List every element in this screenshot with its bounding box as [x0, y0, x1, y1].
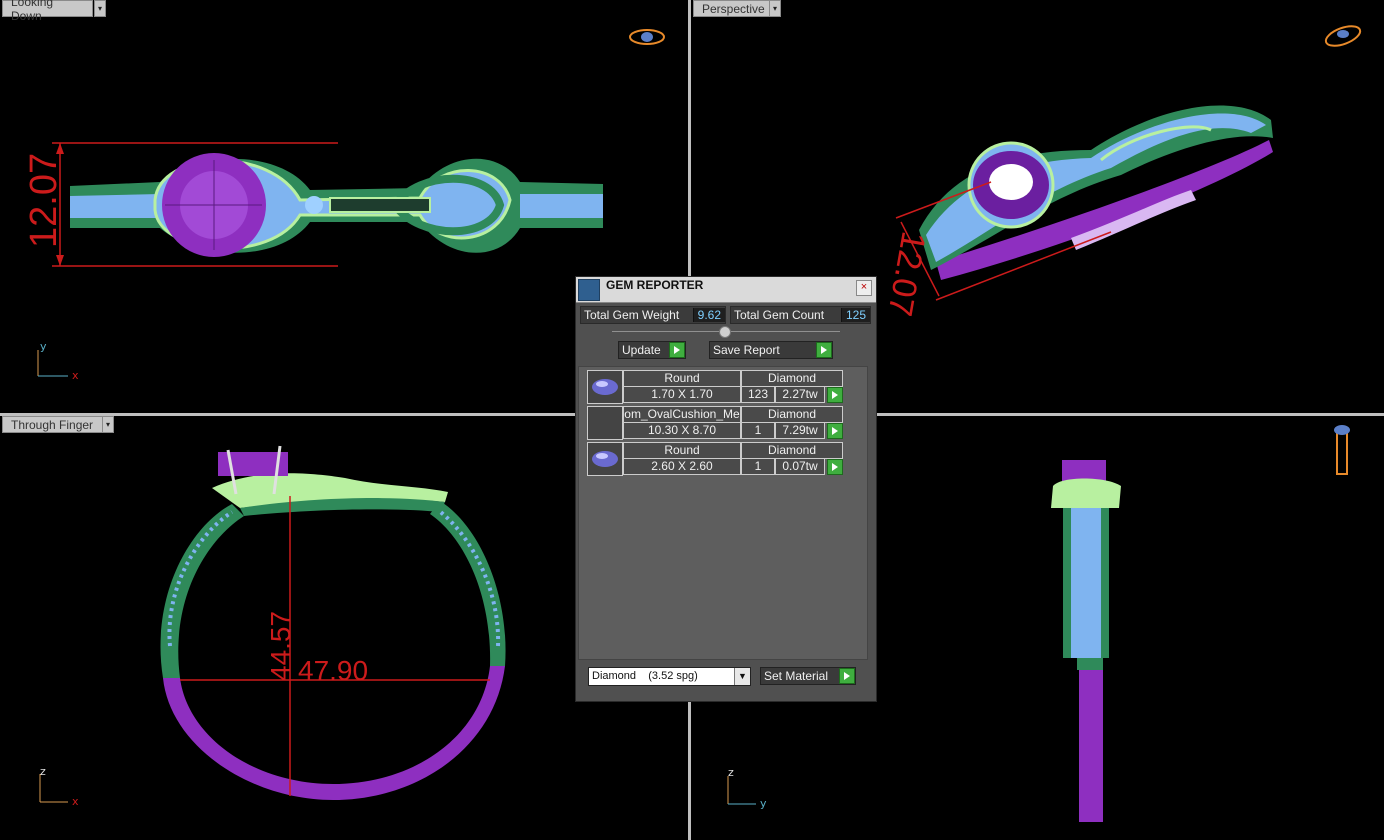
axis-z-label: z	[40, 765, 46, 778]
total-gem-count-value: 125	[840, 308, 870, 322]
chevron-down-icon[interactable]: ▼	[734, 668, 750, 685]
gem-weight: 2.27tw	[775, 386, 825, 403]
gem-count: 123	[741, 386, 775, 403]
material-select[interactable]: Diamond (3.52 spg) ▼	[588, 667, 751, 686]
close-icon[interactable]: ×	[856, 280, 872, 296]
gem-row[interactable]: om_OvalCushion_Me Diamond 10.30 X 8.70 1…	[587, 406, 845, 440]
axis-x-label: x	[72, 369, 79, 382]
material-select-value: Diamond (3.52 spg)	[592, 670, 698, 682]
gem-size: 2.60 X 2.60	[623, 458, 741, 475]
gem-reporter-panel[interactable]: GEM REPORTER × Total Gem Weight 9.62 Tot…	[575, 276, 877, 702]
gem-shape: Round	[623, 370, 741, 387]
gem-row[interactable]: Round Diamond 2.60 X 2.60 1 0.07tw	[587, 442, 845, 476]
gem-reporter-icon	[578, 279, 600, 301]
save-report-button[interactable]: Save Report	[709, 341, 833, 359]
gem-size: 10.30 X 8.70	[623, 422, 741, 439]
total-gem-weight-label: Total Gem Weight	[584, 308, 680, 322]
gem-thumbnail-empty	[587, 406, 623, 440]
gem-shape: om_OvalCushion_Me	[623, 406, 741, 423]
collapse-icon[interactable]	[719, 326, 731, 338]
total-gem-count-field: Total Gem Count 125	[730, 306, 871, 324]
gem-count: 1	[741, 422, 775, 439]
play-icon[interactable]	[827, 423, 843, 439]
round-gem-icon	[587, 370, 623, 404]
gem-material: Diamond	[741, 370, 843, 387]
play-icon[interactable]	[839, 668, 855, 684]
axis-y-label: y	[760, 797, 767, 810]
gem-material: Diamond	[741, 406, 843, 423]
dimension-width-label: 47.90	[298, 655, 368, 686]
set-material-button-label: Set Material	[764, 669, 829, 683]
gem-shape: Round	[623, 442, 741, 459]
total-gem-count-label: Total Gem Count	[734, 308, 825, 322]
gem-size: 1.70 X 1.70	[623, 386, 741, 403]
play-icon[interactable]	[669, 342, 685, 358]
play-icon[interactable]	[827, 459, 843, 475]
gem-weight: 7.29tw	[775, 422, 825, 439]
save-report-button-label: Save Report	[713, 343, 780, 357]
axis-z-label: z	[728, 766, 734, 779]
axis-x-label: x	[72, 795, 79, 808]
play-icon[interactable]	[827, 387, 843, 403]
axis-y-label: y	[40, 340, 47, 353]
dimension-label: 12.07	[23, 153, 65, 248]
play-icon[interactable]	[816, 342, 832, 358]
update-button-label: Update	[622, 343, 661, 357]
round-gem-icon	[587, 442, 623, 476]
panel-titlebar[interactable]: GEM REPORTER ×	[576, 277, 876, 303]
dimension-label: 12.07	[880, 229, 932, 319]
panel-title: GEM REPORTER	[606, 278, 704, 292]
gem-row[interactable]: Round Diamond 1.70 X 1.70 123 2.27tw	[587, 370, 845, 404]
gem-list[interactable]: Round Diamond 1.70 X 1.70 123 2.27tw om_…	[578, 366, 868, 660]
total-gem-weight-field: Total Gem Weight 9.62	[580, 306, 726, 324]
gem-material: Diamond	[741, 442, 843, 459]
set-material-button[interactable]: Set Material	[760, 667, 856, 685]
gem-count: 1	[741, 458, 775, 475]
total-gem-weight-value: 9.62	[692, 308, 725, 322]
dimension-height-label: 44.57	[265, 611, 296, 681]
gem-weight: 0.07tw	[775, 458, 825, 475]
update-button[interactable]: Update	[618, 341, 686, 359]
